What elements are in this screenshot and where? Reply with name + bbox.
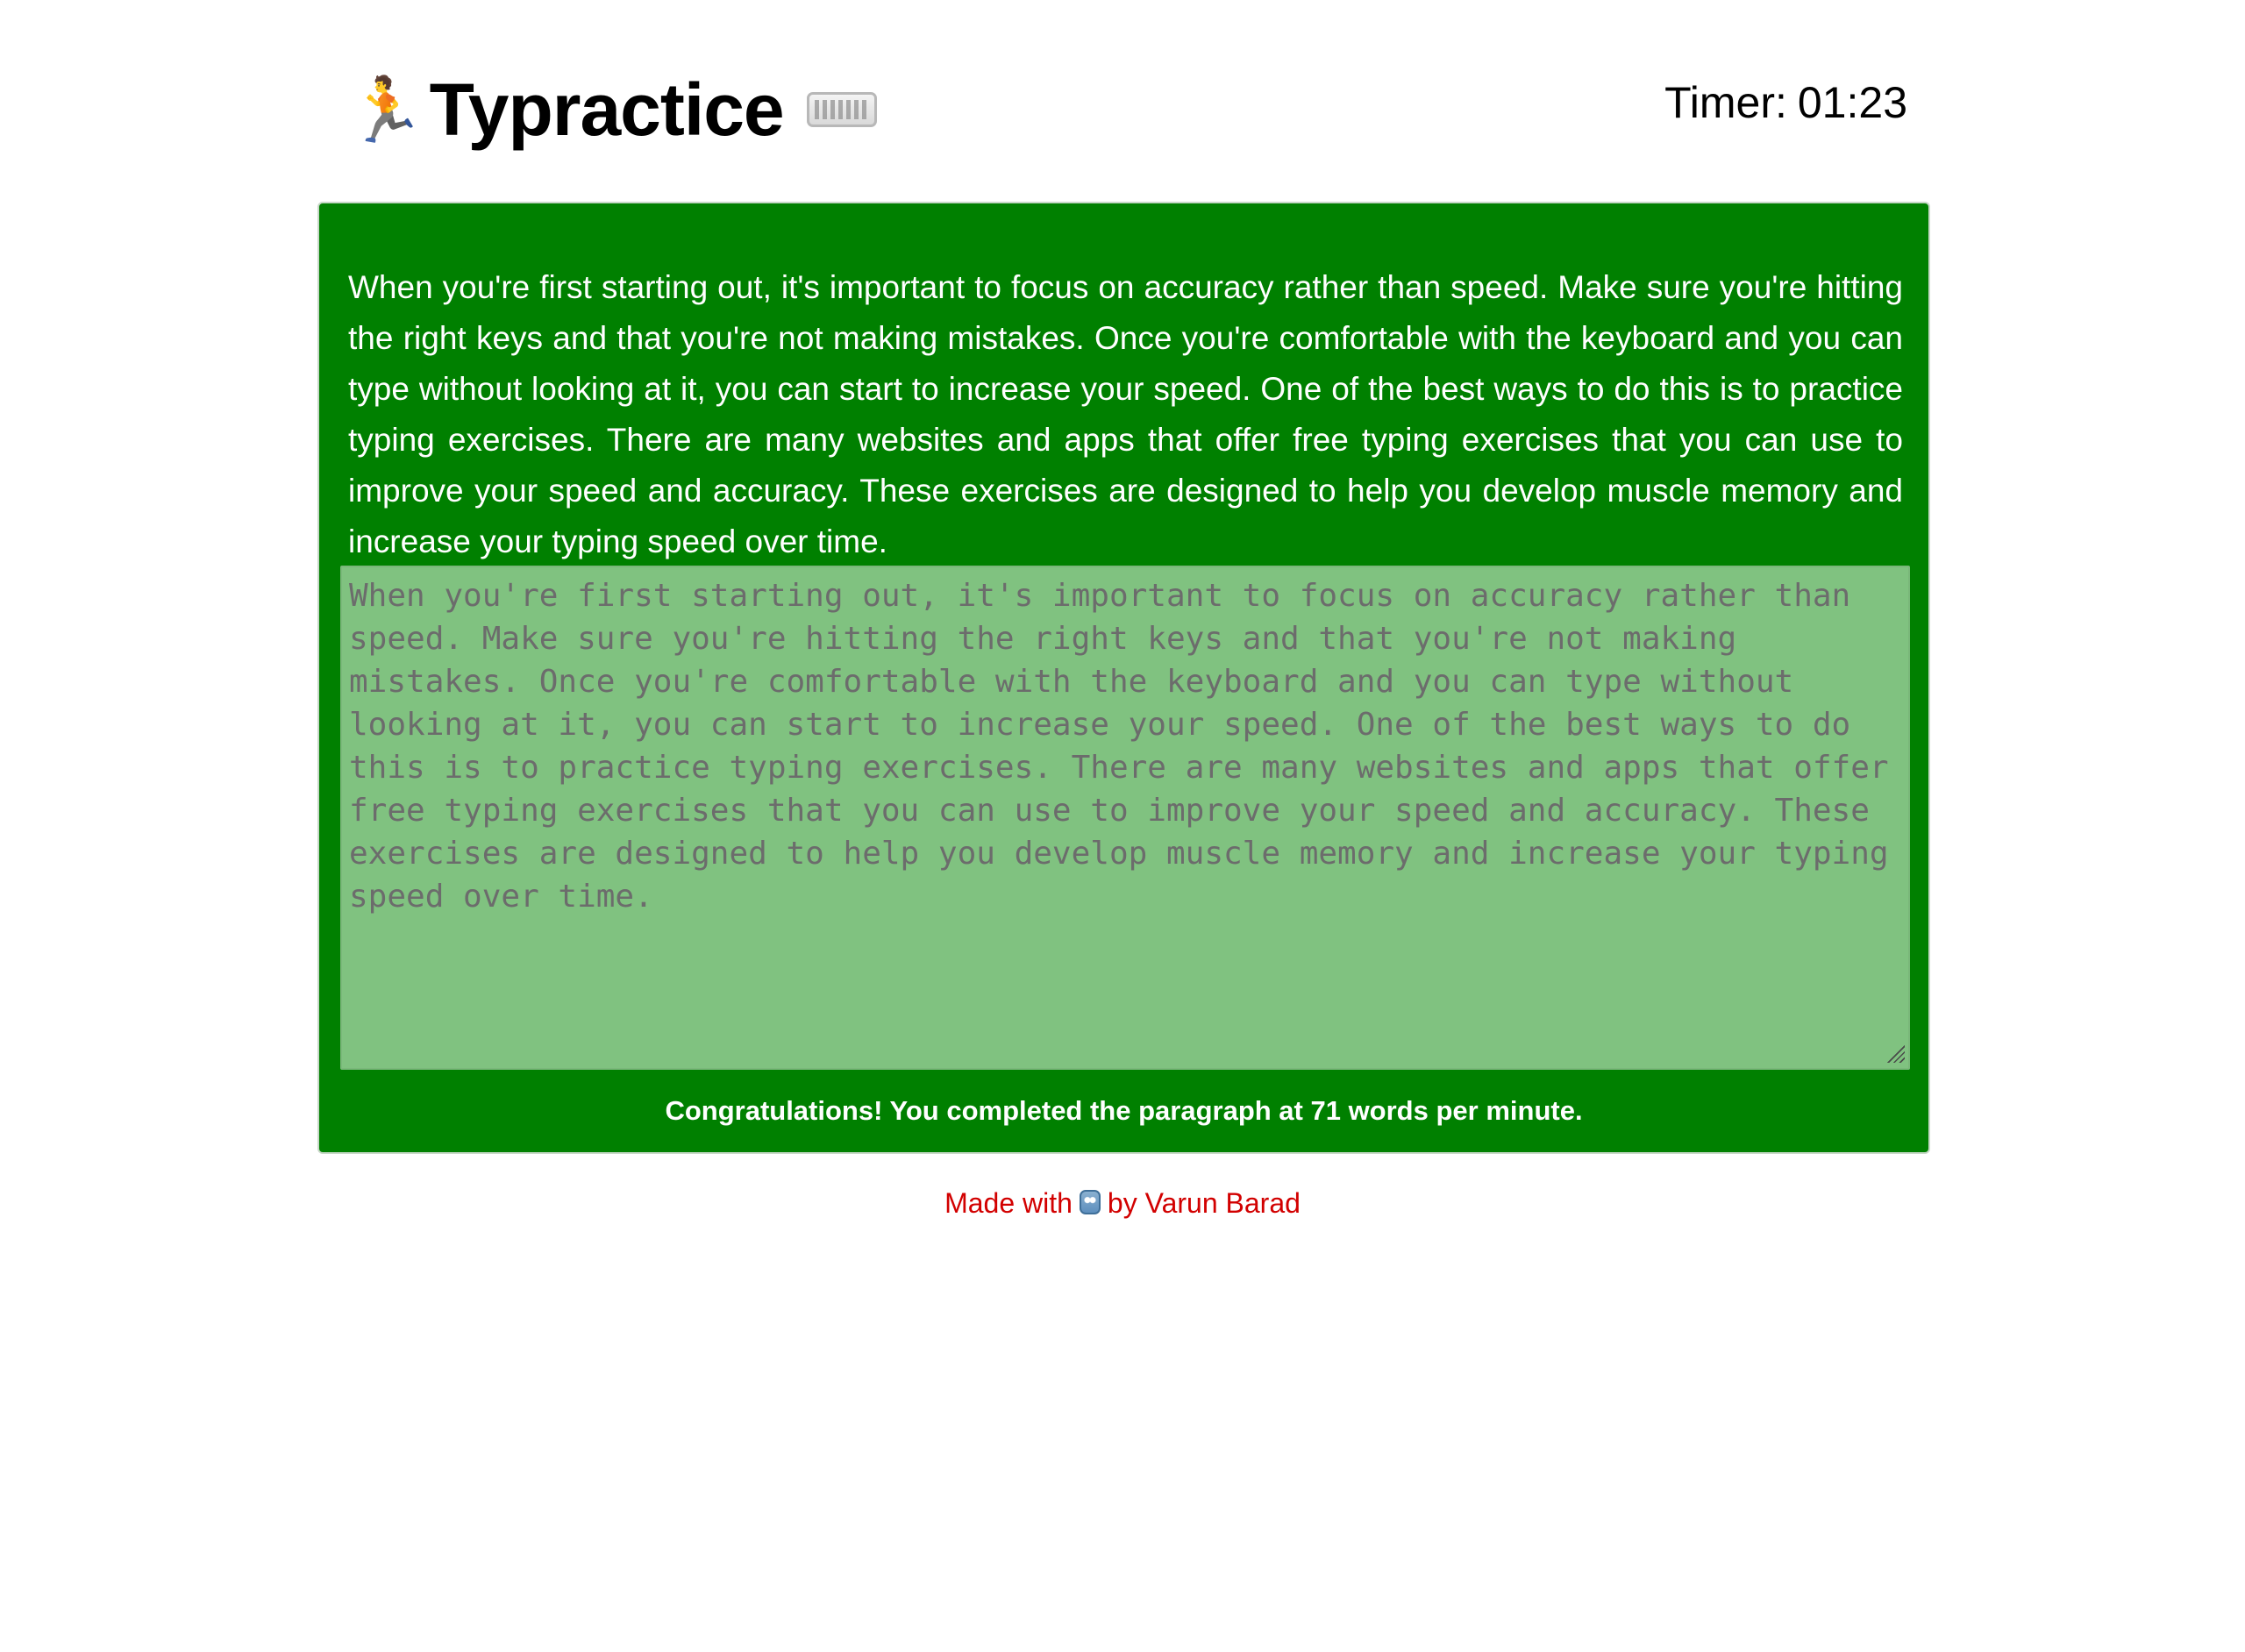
footer: Made with by Varun Barad — [0, 1187, 2245, 1220]
app-title: 🏃 Typractice — [346, 61, 877, 158]
completion-message: Congratulations! You completed the parag… — [665, 1095, 1583, 1126]
robot-icon — [1079, 1190, 1101, 1214]
footer-author: by Varun Barad — [1107, 1187, 1301, 1219]
runner-icon: 🏃 — [346, 75, 425, 146]
timer-value: 01:23 — [1797, 78, 1907, 127]
timer: Timer: 01:23 — [1664, 77, 1907, 128]
prompt-paragraph: When you're first starting out, it's imp… — [348, 269, 1903, 559]
typractice-page: 🏃 Typractice Timer: 01:23 When you're fi… — [0, 0, 2245, 1652]
resize-grip-icon[interactable] — [1884, 1042, 1905, 1063]
typing-textarea[interactable]: When you're first starting out, it's imp… — [340, 566, 1910, 1070]
practice-panel: When you're first starting out, it's imp… — [317, 202, 1930, 1154]
keyboard-icon — [806, 92, 877, 127]
app-header: 🏃 Typractice Timer: 01:23 — [346, 61, 1907, 158]
footer-prefix: Made with — [944, 1187, 1073, 1219]
timer-label: Timer: — [1664, 78, 1787, 127]
app-title-text: Typractice — [429, 68, 785, 151]
